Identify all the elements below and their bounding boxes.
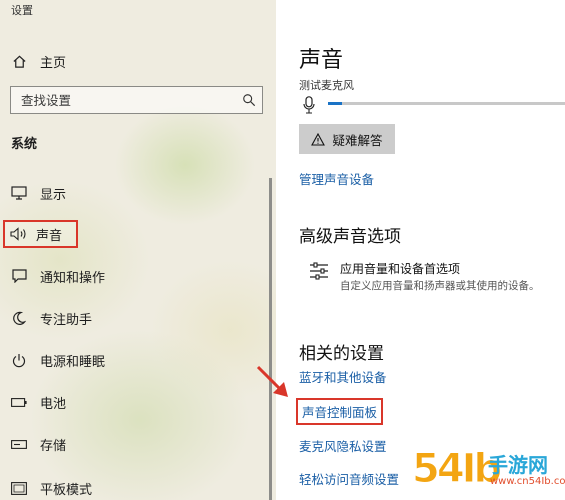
sidebar-item-label: 平板模式 (40, 482, 93, 498)
related-settings-heading: 相关的设置 (299, 344, 384, 364)
sidebar-item-label: 声音 (36, 228, 63, 244)
nav-home-item[interactable]: 主页 (10, 50, 66, 72)
sidebar-item-sound[interactable]: 声音 (3, 220, 78, 248)
settings-nav-pane: 设置 主页 系统 显示 声音 通知和操作 专注助手 (0, 0, 276, 500)
power-icon (10, 351, 28, 369)
monitor-icon (10, 184, 28, 202)
settings-search-input[interactable] (11, 87, 236, 113)
manage-sound-devices-link[interactable]: 管理声音设备 (299, 169, 374, 188)
search-icon[interactable] (236, 87, 262, 113)
site-watermark: 54Ib 手游网 www.cn54Ib.com (411, 445, 565, 497)
tablet-icon (10, 479, 28, 497)
nav-scrollbar[interactable] (269, 178, 272, 500)
speaker-icon (10, 225, 28, 243)
mic-level-meter (328, 102, 565, 105)
app-volume-title: 应用音量和设备首选项 (340, 262, 461, 276)
watermark-name: 手游网 (488, 453, 548, 477)
watermark-logo: 54Ib (411, 446, 502, 492)
sidebar-item-label: 电源和睡眠 (40, 354, 106, 370)
troubleshoot-button[interactable]: 疑难解答 (299, 124, 395, 154)
storage-icon (10, 435, 28, 453)
sound-settings-page: 声音 测试麦克风 疑难解答 管理声音设备 高级声音选项 应用音量和设备首选项 自… (276, 0, 565, 500)
microphone-icon (303, 96, 315, 114)
mic-level-row (299, 96, 565, 114)
notification-icon (10, 267, 28, 285)
sidebar-item-label: 通知和操作 (40, 270, 106, 286)
sidebar-item-notifications[interactable]: 通知和操作 (0, 261, 262, 291)
sidebar-item-label: 专注助手 (40, 312, 93, 328)
mic-test-label: 测试麦克风 (299, 79, 354, 92)
advanced-sound-heading: 高级声音选项 (299, 227, 401, 247)
app-volume-preferences-item[interactable]: 应用音量和设备首选项 自定义应用音量和扬声器或其使用的设备。 (309, 258, 565, 294)
annotation-arrow-icon (256, 365, 288, 397)
settings-search-box[interactable] (10, 86, 263, 114)
warning-icon (311, 132, 326, 146)
sidebar-item-display[interactable]: 显示 (0, 178, 262, 208)
troubleshoot-label: 疑难解答 (332, 132, 383, 148)
moon-icon (10, 309, 28, 327)
home-icon (10, 52, 28, 70)
mic-level-fill (328, 102, 343, 105)
ease-of-access-audio-link[interactable]: 轻松访问音频设置 (299, 469, 399, 488)
nav-home-label: 主页 (40, 55, 67, 71)
microphone-privacy-link[interactable]: 麦克风隐私设置 (299, 436, 387, 455)
sidebar-item-power-sleep[interactable]: 电源和睡眠 (0, 345, 262, 375)
window-title: 设置 (11, 4, 33, 17)
sidebar-item-tablet-mode[interactable]: 平板模式 (0, 473, 262, 500)
sliders-icon (309, 261, 329, 281)
page-title: 声音 (299, 48, 344, 73)
watermark-url: www.cn54Ib.com (490, 476, 565, 487)
app-volume-description: 自定义应用音量和扬声器或其使用的设备。 (340, 280, 540, 292)
sidebar-item-battery[interactable]: 电池 (0, 387, 262, 417)
nav-section-system: 系统 (11, 137, 38, 152)
sidebar-item-label: 存储 (40, 438, 67, 454)
sidebar-item-label: 电池 (40, 396, 67, 412)
bluetooth-devices-link[interactable]: 蓝牙和其他设备 (299, 367, 387, 386)
sidebar-item-label: 显示 (40, 187, 67, 203)
sidebar-item-focus-assist[interactable]: 专注助手 (0, 303, 262, 333)
sidebar-item-storage[interactable]: 存储 (0, 429, 262, 459)
sound-control-panel-link[interactable]: 声音控制面板 (296, 398, 384, 425)
battery-icon (10, 393, 28, 411)
